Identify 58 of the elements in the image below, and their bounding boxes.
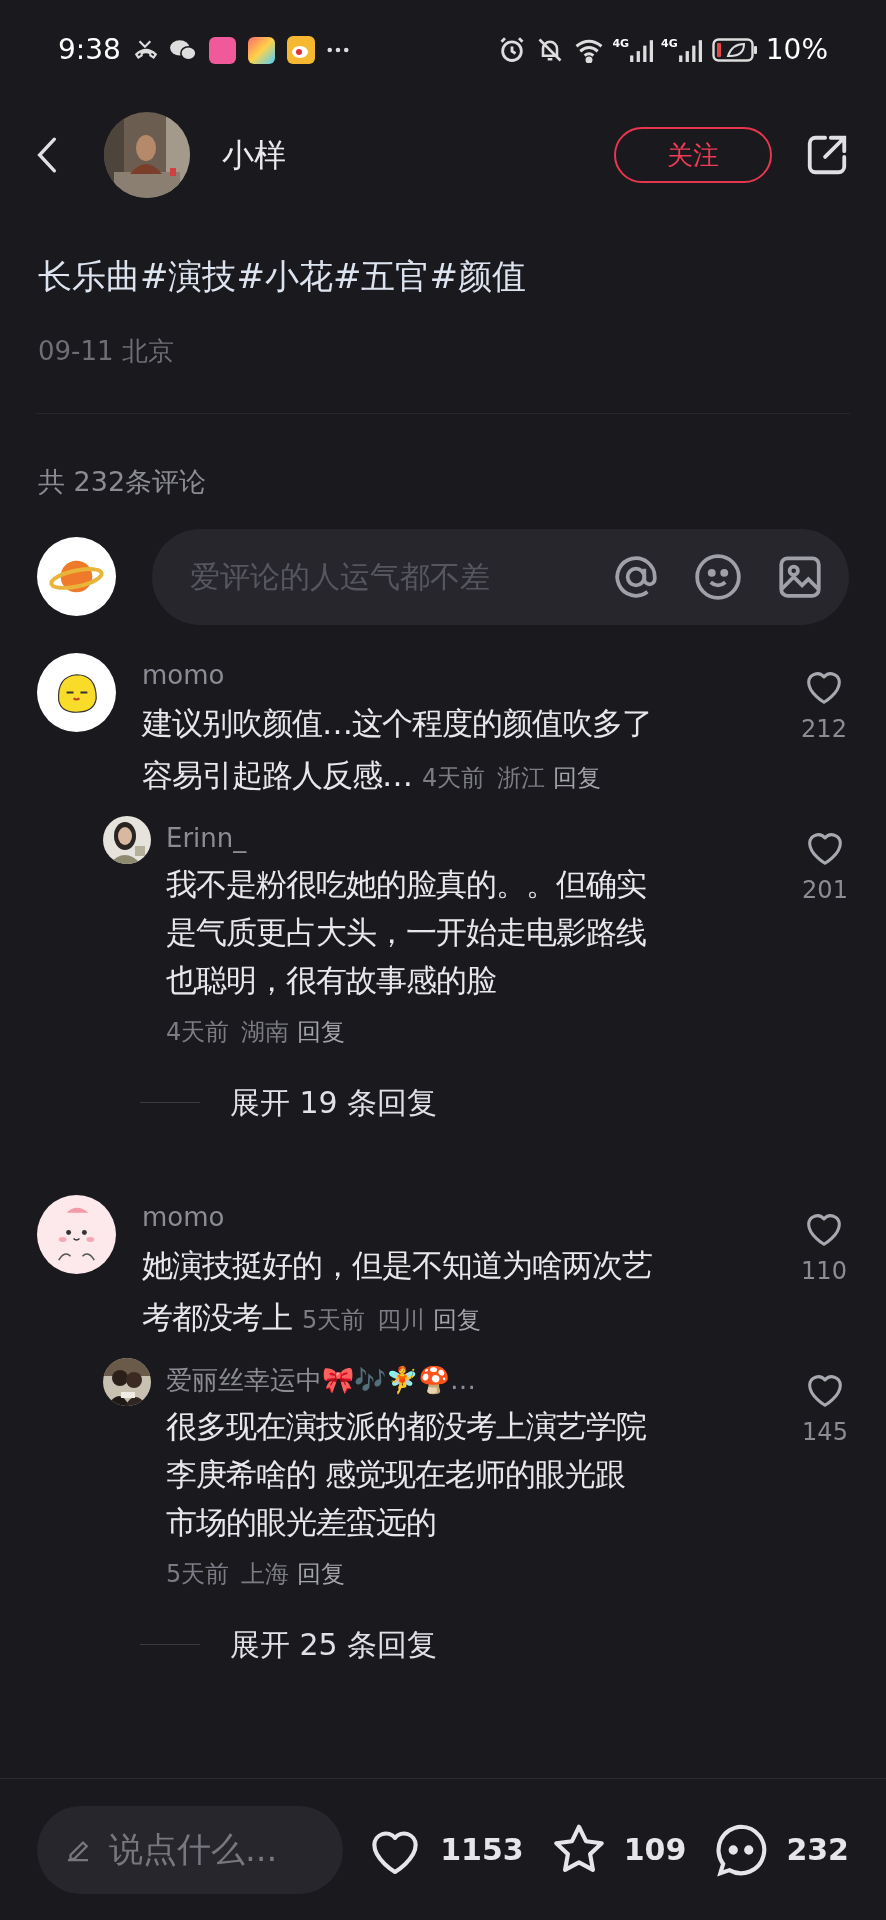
comment-time: 4天前 bbox=[166, 1016, 230, 1048]
comment-count: 232 bbox=[786, 1831, 849, 1869]
comment-region: 湖南 bbox=[241, 1016, 290, 1048]
comment-text-line: 很多现在演技派的都没考上演艺学院 bbox=[166, 1406, 646, 1446]
app-icon bbox=[247, 36, 275, 64]
comment-text-line: 是气质更占大头，一开始走电影路线 bbox=[166, 912, 646, 952]
follow-button[interactable]: 关注 bbox=[614, 127, 772, 183]
reply-link[interactable]: 回复 bbox=[297, 1011, 346, 1052]
post-tags: 长乐曲#演技#小花#五官#颜值 bbox=[38, 250, 848, 302]
user-name[interactable]: momo bbox=[142, 1194, 799, 1239]
comment-text-line: 容易引起路人反感… bbox=[142, 755, 412, 795]
user-name[interactable]: momo bbox=[142, 652, 799, 697]
comment-text-line: 也聪明，很有故事感的脸 bbox=[166, 960, 496, 1000]
comment-time: 5天前 bbox=[166, 1558, 230, 1590]
reply-link[interactable]: 回复 bbox=[553, 751, 602, 804]
user-name[interactable]: 小样 bbox=[222, 131, 286, 179]
battery-percentage: 10% bbox=[765, 32, 828, 68]
comment-region: 上海 bbox=[241, 1558, 290, 1590]
status-time: 9:38 bbox=[58, 32, 121, 68]
more-icon bbox=[326, 47, 349, 53]
like-count: 1153 bbox=[440, 1831, 524, 1869]
chat-bubbles-icon bbox=[168, 38, 197, 62]
user-name[interactable]: Erinn_ bbox=[166, 815, 800, 860]
comment-region: 四川 bbox=[377, 1304, 426, 1336]
comment-text-line: 市场的眼光差蛮远的 bbox=[166, 1502, 436, 1542]
reply-link[interactable]: 回复 bbox=[433, 1293, 482, 1346]
signal-icon bbox=[629, 38, 654, 62]
comment-text-line: 考都没考上 bbox=[142, 1297, 292, 1337]
comment-text-line: 李庚希啥的 感觉现在老师的眼光跟 bbox=[166, 1454, 625, 1494]
wifi-icon bbox=[574, 37, 605, 63]
network-type-label: 4G bbox=[612, 38, 630, 49]
expand-replies-link[interactable]: 展开 19 条回复 bbox=[230, 1079, 438, 1125]
comment-text-line: 我不是粉很吃她的脸真的。。但确实 bbox=[166, 864, 646, 904]
back-icon[interactable] bbox=[36, 136, 58, 174]
post-date: 09-11 北京 bbox=[38, 335, 175, 368]
signal-icon bbox=[677, 38, 702, 62]
battery-icon bbox=[711, 38, 758, 62]
planet-avatar-icon bbox=[37, 537, 116, 616]
user-name[interactable]: 爱丽丝幸运中🎀🎶🧚🍄… bbox=[166, 1357, 800, 1402]
app-icon bbox=[208, 36, 236, 64]
network-type-label: 4G bbox=[661, 38, 678, 49]
comment-text-line: 建议别吹颜值…这个程度的颜值吹多了 bbox=[142, 703, 652, 743]
bunny-avatar-icon bbox=[37, 1194, 116, 1274]
reply-link[interactable]: 回复 bbox=[297, 1553, 346, 1594]
emoji-icon[interactable] bbox=[693, 551, 743, 602]
like-count: 145 bbox=[802, 1416, 848, 1448]
chick-avatar-icon bbox=[37, 652, 116, 732]
comment-count: 共 232条评论 bbox=[37, 465, 208, 499]
like-count: 201 bbox=[802, 874, 848, 906]
expand-replies-link[interactable]: 展开 25 条回复 bbox=[230, 1621, 438, 1667]
like-count: 212 bbox=[801, 713, 847, 745]
comment-time: 4天前 bbox=[422, 762, 486, 794]
app-icon bbox=[286, 36, 315, 64]
like-count: 110 bbox=[801, 1255, 847, 1287]
comment-region: 浙江 bbox=[497, 762, 546, 794]
comment-time: 5天前 bbox=[302, 1304, 366, 1336]
favorite-count: 109 bbox=[623, 1831, 687, 1869]
comment-text-line: 她演技挺好的，但是不知道为啥两次艺 bbox=[142, 1245, 652, 1285]
